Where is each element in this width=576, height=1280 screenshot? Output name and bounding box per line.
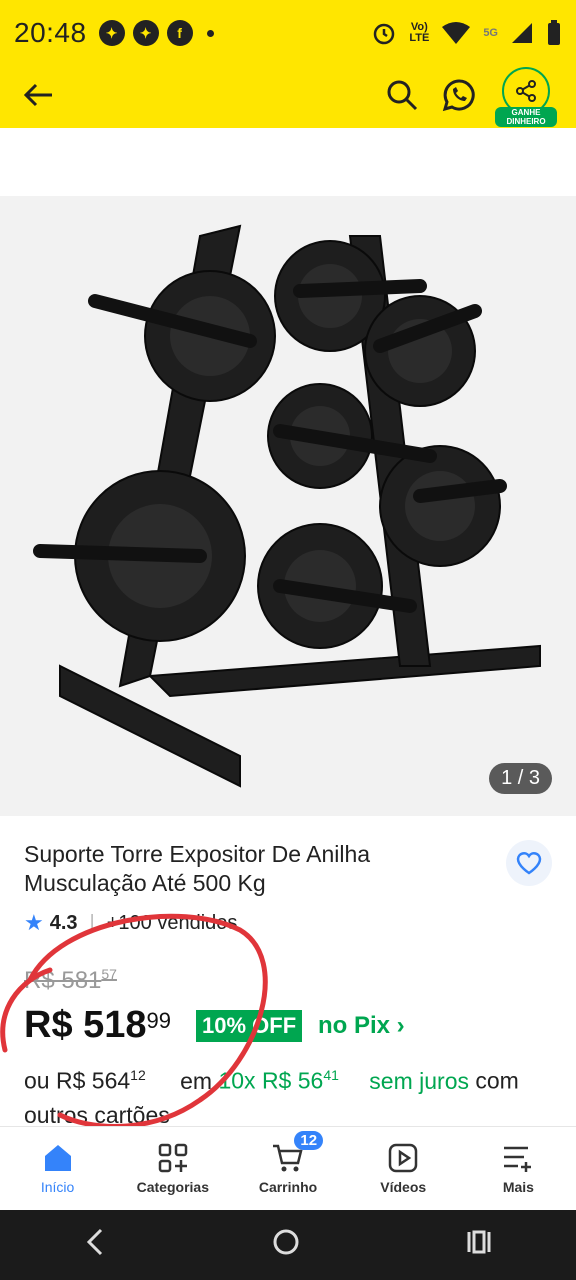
wifi-icon: [442, 22, 471, 44]
nav-categories[interactable]: Categorias: [115, 1127, 230, 1210]
categories-icon: [158, 1143, 188, 1172]
home-icon: [44, 1144, 71, 1171]
system-home-icon[interactable]: [272, 1227, 300, 1264]
pix-link[interactable]: no Pix ›: [318, 1012, 405, 1040]
cart-count-badge: 12: [294, 1131, 324, 1150]
spacer: [0, 128, 576, 196]
favorite-button[interactable]: [506, 840, 552, 886]
current-price: R$ 51899: [24, 1004, 172, 1046]
app-bar-actions: GANHE DINHEIRO: [386, 67, 557, 127]
status-time: 20:48: [14, 17, 87, 48]
sold-count: +100 vendidos: [106, 911, 238, 934]
notification-icons: ✦ ✦ f: [98, 20, 214, 46]
share-earn-button[interactable]: GANHE DINHEIRO: [495, 67, 557, 127]
rating-row[interactable]: ★ 4.3 | +100 vendidos: [24, 910, 237, 936]
nav-label: Mais: [502, 1178, 534, 1195]
facebook-icon: f: [166, 20, 193, 46]
more-icon: [504, 1146, 532, 1172]
system-recents-icon[interactable]: [465, 1227, 493, 1264]
status-bar: 20:48 ✦ ✦ f Vo) LTE 5G: [0, 0, 576, 66]
system-icons: Vo) LTE 5G: [371, 20, 562, 46]
product-image-gallery[interactable]: 1 / 3: [0, 196, 576, 816]
rating-value: 4.3: [49, 911, 78, 934]
bottom-navigation: Início Categorias 12 Carrinho Vídeos Mai…: [0, 1126, 576, 1210]
discount-badge: 10% OFF: [196, 1010, 303, 1042]
share-earn-badge: GANHE DINHEIRO: [495, 107, 557, 127]
app-bar: GANHE DINHEIRO: [0, 66, 576, 128]
system-navigation-bar: [0, 1210, 576, 1280]
signal-icon: [512, 23, 532, 43]
nav-more[interactable]: Mais: [461, 1127, 576, 1210]
gallery-pager: 1 / 3: [489, 763, 552, 794]
battery-icon: [548, 20, 560, 45]
installments-text: ou R$ 56412 em 10x R$ 5641 sem juros com…: [24, 1067, 519, 1128]
back-arrow-icon[interactable]: [23, 78, 54, 117]
system-back-icon[interactable]: [83, 1227, 107, 1264]
product-image: [33, 224, 541, 788]
whatsapp-icon[interactable]: [442, 78, 476, 117]
more-notifications-icon: [206, 29, 214, 37]
divider: |: [89, 911, 95, 934]
old-price: R$ 58157: [24, 966, 117, 994]
nav-videos[interactable]: Vídeos: [346, 1127, 461, 1210]
search-icon[interactable]: [386, 79, 418, 116]
messenger-icon: ✦: [132, 20, 159, 46]
product-title: Suporte Torre Expositor De Anilha Muscul…: [24, 841, 371, 896]
lte-icon: Vo) LTE: [409, 21, 430, 44]
heart-icon: [516, 852, 542, 875]
alarm-icon: [374, 23, 395, 45]
network-label: 5G: [483, 26, 498, 39]
messenger-icon: ✦: [98, 20, 125, 46]
video-icon: [388, 1143, 418, 1172]
star-icon: ★: [24, 910, 44, 935]
nav-label: Carrinho: [258, 1178, 318, 1195]
nav-cart[interactable]: 12 Carrinho: [230, 1127, 345, 1210]
nav-label: Categorias: [136, 1178, 209, 1195]
nav-label: Início: [40, 1178, 75, 1195]
nav-label: Vídeos: [380, 1178, 427, 1195]
nav-home[interactable]: Início: [0, 1127, 115, 1210]
